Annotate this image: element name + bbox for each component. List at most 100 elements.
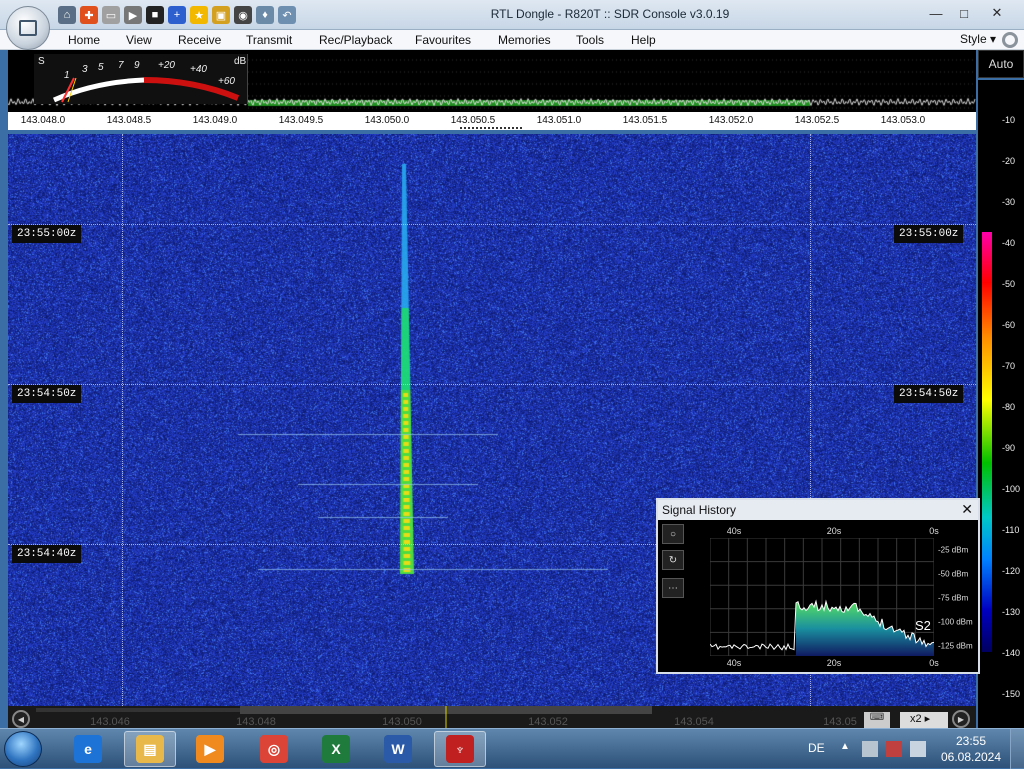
maximize-button[interactable]: □ [950, 2, 978, 24]
db-scale-label: -150 [1002, 689, 1021, 699]
action-center-icon[interactable] [862, 741, 878, 757]
menu-favourites[interactable]: Favourites [415, 33, 471, 47]
scroller-frequency-label: 143.052 [528, 716, 568, 728]
db-color-bar [982, 232, 992, 652]
s-tick: 7 [118, 60, 124, 71]
sdr-console-icon: ♆ [446, 735, 474, 763]
keyboard-icon[interactable]: ⌨ [864, 712, 890, 728]
time-gridline [8, 384, 976, 385]
menu-rec-playback[interactable]: Rec/Playback [319, 33, 392, 47]
menu-view[interactable]: View [126, 33, 152, 47]
menu-transmit[interactable]: Transmit [246, 33, 292, 47]
window-controls: — □ ✕ [922, 2, 1016, 24]
show-hidden-icons-button[interactable]: ▲ [840, 741, 850, 752]
menu-home[interactable]: Home [68, 33, 100, 47]
auto-button[interactable]: Auto [978, 50, 1024, 78]
menu-bar: Home View Receive Transmit Rec/Playback … [0, 30, 1024, 50]
volume-icon[interactable] [910, 741, 926, 757]
time-label-left: 23:54:50z [12, 385, 82, 403]
signal-history-plot [710, 538, 934, 656]
frequency-label: 143.050.0 [364, 115, 410, 126]
db-label: -100 dBm [938, 617, 973, 627]
frequency-gridline [122, 134, 123, 706]
start-button[interactable] [4, 731, 42, 767]
signal-history-close-button[interactable]: ✕ [961, 501, 973, 518]
minimize-button[interactable]: — [922, 2, 950, 24]
frequency-axis[interactable]: 143.048.0 143.048.5 143.049.0 143.049.5 143.… [8, 112, 976, 130]
taskbar-app-chrome[interactable]: ◎ [248, 731, 300, 767]
db-scale-label: -60 [1002, 320, 1016, 330]
zoom-select[interactable]: x2 ▸ [900, 712, 948, 728]
taskbar-app-file-explorer[interactable]: ▤ [124, 731, 176, 767]
frequency-label: 143.052.5 [794, 115, 840, 126]
scroller-frequency-label: 143.050 [382, 716, 422, 728]
plus-tick: +40 [190, 64, 207, 75]
reset-button[interactable]: ↻ [662, 550, 684, 570]
s-meter-reading: S2 [915, 618, 931, 633]
frequency-drag-handle[interactable] [460, 127, 522, 130]
db-label: -50 dBm [938, 569, 969, 579]
db-scale-label: -10 [1002, 115, 1016, 125]
taskbar-app-media-player[interactable]: ▶ [184, 731, 236, 767]
word-icon: W [384, 735, 412, 763]
s-tick: 3 [82, 64, 88, 75]
scroll-right-button[interactable]: ▶ [952, 710, 970, 728]
chrome-icon: ◎ [260, 735, 288, 763]
clock-date[interactable]: 06.08.2024 [940, 750, 1002, 764]
close-button[interactable]: ✕ [978, 2, 1016, 24]
taskbar-app-sdr-console[interactable]: ♆ [434, 731, 486, 767]
time-label-bottom: 40s [726, 658, 742, 668]
plus-tick: +60 [218, 76, 235, 87]
excel-icon: X [322, 735, 350, 763]
menu-help[interactable]: Help [631, 33, 656, 47]
db-label: -75 dBm [938, 593, 969, 603]
language-indicator[interactable]: DE [808, 741, 825, 755]
media-player-icon: ▶ [196, 735, 224, 763]
scroller-frequency-label: 143.05 [823, 716, 857, 728]
frequency-label: 143.048.0 [20, 115, 66, 126]
db-scale-label: -50 [1002, 279, 1016, 289]
more-button[interactable]: ⋯ [662, 578, 684, 598]
network-icon[interactable] [886, 741, 902, 757]
time-label-right: 23:54:50z [894, 385, 964, 403]
app-menu-icon [19, 20, 37, 36]
frequency-label: 143.051.5 [622, 115, 668, 126]
scroll-left-button[interactable]: ◀ [12, 710, 30, 728]
db-scale-label: -20 [1002, 156, 1016, 166]
show-desktop-button[interactable] [1010, 729, 1024, 769]
time-gridline [8, 224, 976, 225]
frequency-label: 143.048.5 [106, 115, 152, 126]
menu-memories[interactable]: Memories [498, 33, 551, 47]
db-scale: -10 -20 -30 -40 -50 -60 -70 -80 -90 -100 -110 -120 -… [978, 80, 1024, 728]
taskbar-app-excel[interactable]: X [310, 731, 362, 767]
clock-time[interactable]: 23:55 [944, 734, 998, 748]
db-scale-label: -90 [1002, 443, 1016, 453]
time-label-top: 0s [929, 526, 939, 536]
db-scale-label: -140 [1002, 648, 1021, 658]
scroller-frequency-label: 143.048 [236, 716, 276, 728]
db-scale-label: -70 [1002, 361, 1016, 371]
time-label-left: 23:54:40z [12, 545, 82, 563]
menu-receive[interactable]: Receive [178, 33, 221, 47]
frequency-scroller[interactable]: 143.046 143.048 143.050 143.052 143.054 143.0… [8, 706, 976, 728]
taskbar-app-internet-explorer[interactable]: e [62, 731, 114, 767]
time-label-left: 23:55:00z [12, 225, 82, 243]
gear-icon[interactable] [1002, 32, 1018, 48]
frequency-label: 143.051.0 [536, 115, 582, 126]
s-tick: 5 [98, 62, 104, 73]
frequency-label: 143.052.0 [708, 115, 754, 126]
plus-tick: +20 [158, 60, 175, 71]
scroller-frequency-label: 143.054 [674, 716, 714, 728]
style-menu[interactable]: Style ▾ [960, 32, 996, 46]
title-bar: ⌂ ✚ ▭ ▶ ■ + ★ ▣ ◉ ♦ ↶ RTL Dongle - R820T :: SDR Co… [0, 0, 1024, 30]
db-label: -125 dBm [938, 641, 973, 651]
taskbar-app-word[interactable]: W [372, 731, 424, 767]
db-scale-label: -110 [1002, 525, 1020, 535]
signal-history-header[interactable]: Signal History ✕ [658, 500, 978, 520]
application-menu-button[interactable] [6, 6, 50, 50]
spectrum-display[interactable]: S dB 1 3 5 7 9 +20 +40 +60 [8, 50, 976, 112]
record-button[interactable]: ○ [662, 524, 684, 544]
window-title: RTL Dongle - R820T :: SDR Console v3.0.1… [490, 7, 730, 21]
file-explorer-icon: ▤ [136, 735, 164, 763]
menu-tools[interactable]: Tools [576, 33, 604, 47]
